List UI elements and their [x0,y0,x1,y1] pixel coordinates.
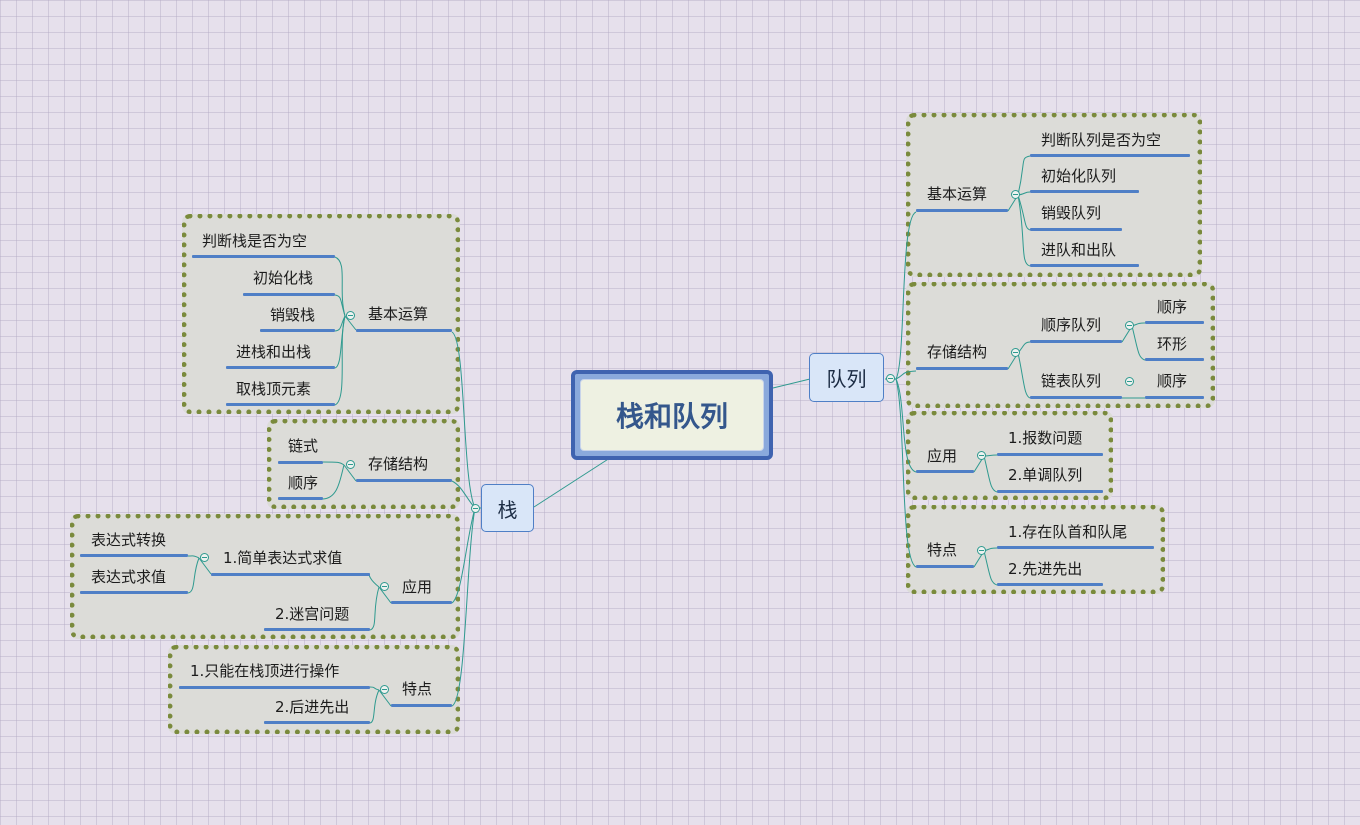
stack-expr-item-2[interactable]: 表达式求值 [91,567,166,587]
stack-storage-item-1[interactable]: 链式 [288,436,318,456]
stack-basic-ops-topic[interactable]: 基本运算 [368,304,428,324]
stack-basic-ops-item-4[interactable]: 进栈和出栈 [236,342,311,362]
queue-basic-ops-topic[interactable]: 基本运算 [927,184,987,204]
queue-features-underline [916,565,974,568]
queue-application-item-2-underline [997,490,1103,493]
stack-features-topic[interactable]: 特点 [402,679,432,699]
collapse-toggle-queue-sequential[interactable] [1125,321,1134,330]
queue-features-item-1[interactable]: 1.存在队首和队尾 [1008,522,1127,542]
stack-storage-underline [356,479,452,482]
collapse-toggle-queue-storage[interactable] [1011,348,1020,357]
queue-basic-ops-item-4[interactable]: 进队和出队 [1041,240,1116,260]
stack-expr-item-1-underline [80,554,188,557]
collapse-toggle-stack-features[interactable] [380,685,389,694]
queue-application-item-2[interactable]: 2.单调队列 [1008,465,1082,485]
stack-basic-ops-item-2-underline [243,293,335,296]
stack-basic-ops-item-1-underline [192,255,335,258]
queue-linked-item-1[interactable]: 顺序 [1157,371,1187,391]
branch-stack[interactable]: 栈 [481,484,534,532]
branch-queue[interactable]: 队列 [809,353,884,402]
stack-application-underline [391,601,452,604]
queue-linked-topic[interactable]: 链表队列 [1041,371,1101,391]
stack-storage-item-2[interactable]: 顺序 [288,473,318,493]
stack-expr-item-1[interactable]: 表达式转换 [91,530,166,550]
stack-features-item-1-underline [179,686,370,689]
stack-maze-item[interactable]: 2.迷宫问题 [275,604,349,624]
collapse-toggle-stack-application[interactable] [380,582,389,591]
queue-basic-ops-item-1[interactable]: 判断队列是否为空 [1041,130,1161,150]
queue-basic-ops-item-3-underline [1030,228,1122,231]
queue-sequential-underline [1030,340,1122,343]
stack-basic-ops-item-3-underline [260,329,335,332]
queue-sequential-item-2-underline [1145,358,1204,361]
stack-basic-ops-item-5[interactable]: 取栈顶元素 [236,379,311,399]
collapse-toggle-stack[interactable] [471,504,480,513]
stack-application-topic[interactable]: 应用 [402,577,432,597]
queue-linked-item-1-underline [1145,396,1204,399]
queue-application-topic[interactable]: 应用 [927,446,957,466]
collapse-toggle-queue-features[interactable] [977,546,986,555]
queue-storage-underline [916,367,1008,370]
branch-stack-label: 栈 [497,497,518,522]
queue-sequential-topic[interactable]: 顺序队列 [1041,315,1101,335]
queue-storage-topic[interactable]: 存储结构 [927,342,987,362]
queue-application-item-1[interactable]: 1.报数问题 [1008,428,1082,448]
queue-sequential-item-1-underline [1145,321,1204,324]
collapse-toggle-queue-linked[interactable] [1125,377,1134,386]
collapse-toggle-stack-simple-expr[interactable] [200,553,209,562]
stack-storage-topic[interactable]: 存储结构 [368,454,428,474]
queue-features-item-2-underline [997,583,1103,586]
stack-maze-underline [264,628,370,631]
stack-basic-ops-item-2[interactable]: 初始化栈 [253,268,313,288]
stack-basic-ops-item-4-underline [226,366,335,369]
queue-features-item-2[interactable]: 2.先进先出 [1008,559,1082,579]
queue-sequential-item-2[interactable]: 环形 [1157,334,1187,354]
stack-features-item-1[interactable]: 1.只能在栈顶进行操作 [190,661,339,681]
queue-application-item-1-underline [997,453,1103,456]
stack-simple-expr-topic[interactable]: 1.简单表达式求值 [223,548,342,568]
central-topic-label: 栈和队列 [580,379,764,451]
queue-basic-ops-item-2[interactable]: 初始化队列 [1041,166,1116,186]
queue-basic-ops-item-4-underline [1030,264,1139,267]
queue-basic-ops-item-3[interactable]: 销毁队列 [1041,203,1101,223]
stack-simple-expr-underline [211,573,370,576]
queue-basic-ops-item-2-underline [1030,190,1139,193]
queue-features-item-1-underline [997,546,1154,549]
queue-basic-ops-item-1-underline [1030,154,1190,157]
stack-basic-ops-item-1[interactable]: 判断栈是否为空 [202,231,307,251]
stack-storage-item-1-underline [278,461,323,464]
collapse-toggle-stack-storage[interactable] [346,460,355,469]
central-topic[interactable]: 栈和队列 [571,370,773,460]
collapse-toggle-queue-basic-ops[interactable] [1011,190,1020,199]
queue-basic-ops-underline [916,209,1008,212]
stack-expr-item-2-underline [80,591,188,594]
queue-sequential-item-1[interactable]: 顺序 [1157,297,1187,317]
stack-basic-ops-item-5-underline [226,403,335,406]
queue-linked-underline [1030,396,1122,399]
stack-features-underline [391,704,452,707]
collapse-toggle-queue[interactable] [886,374,895,383]
stack-features-item-2-underline [264,721,370,724]
stack-basic-ops-item-3[interactable]: 销毁栈 [270,305,315,325]
queue-application-underline [916,470,974,473]
stack-features-item-2[interactable]: 2.后进先出 [275,697,349,717]
branch-queue-label: 队列 [826,367,867,391]
queue-features-topic[interactable]: 特点 [927,540,957,560]
stack-storage-item-2-underline [278,497,323,500]
stack-basic-ops-underline [356,329,452,332]
collapse-toggle-stack-basic-ops[interactable] [346,311,355,320]
collapse-toggle-queue-application[interactable] [977,451,986,460]
